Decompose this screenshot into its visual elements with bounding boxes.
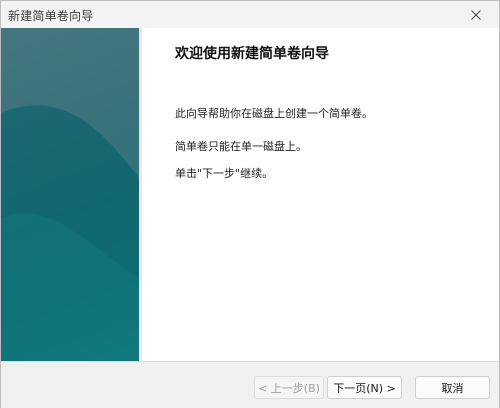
wizard-window: 新建简单卷向导 欢迎使用新建简单卷向导 此向导帮助你在磁盘上创建一个简单卷。 简…: [0, 0, 500, 408]
description-line-2: 简单卷只能在单一磁盘上。: [175, 140, 307, 153]
cancel-button[interactable]: 取消: [415, 376, 490, 399]
close-icon: [471, 9, 481, 20]
wizard-side-banner: [1, 28, 139, 361]
wizard-heading: 欢迎使用新建简单卷向导: [175, 46, 329, 62]
back-button[interactable]: < 上一步(B): [254, 376, 324, 399]
banner-wave-graphic: [1, 28, 139, 361]
description-line-1: 此向导帮助你在磁盘上创建一个简单卷。: [175, 107, 373, 120]
description-line-3: 单击"下一步"继续。: [175, 167, 274, 180]
next-button[interactable]: 下一页(N) >: [327, 376, 402, 399]
window-title: 新建简单卷向导: [8, 9, 94, 23]
title-bar: 新建简单卷向导: [1, 1, 499, 28]
wizard-content: 欢迎使用新建简单卷向导 此向导帮助你在磁盘上创建一个简单卷。 简单卷只能在单一磁…: [142, 28, 499, 361]
wizard-footer: < 上一步(B) 下一页(N) > 取消: [1, 361, 499, 408]
close-button[interactable]: [453, 1, 499, 28]
